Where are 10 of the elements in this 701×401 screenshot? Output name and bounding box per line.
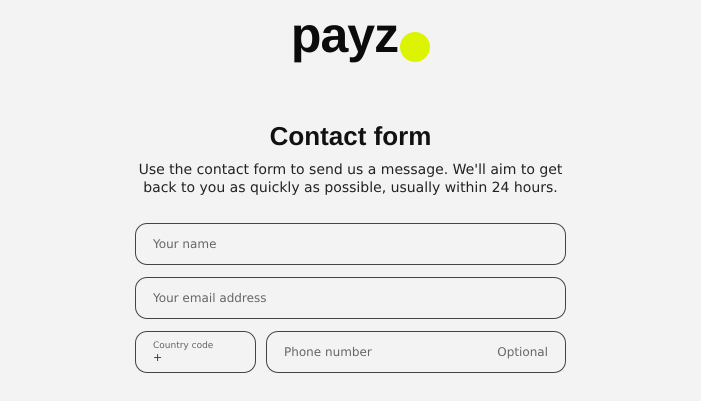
field-label: Country code: [153, 340, 214, 350]
country-code-field[interactable]: Country code +: [135, 331, 256, 373]
optional-hint: Optional: [497, 345, 548, 359]
intro-text: Use the contact form to send us a message. We'll aim to get back to you as quickly as possible, usually within 24 hours.: [138, 161, 564, 197]
input-field[interactable]: Your name: [135, 223, 566, 265]
logo-dot-icon: [400, 32, 430, 62]
form-title: Contact form: [270, 120, 432, 152]
logo-text: payz: [290, 6, 398, 64]
country-code-input[interactable]: +: [153, 350, 165, 364]
input-field[interactable]: Your email address: [135, 277, 566, 319]
